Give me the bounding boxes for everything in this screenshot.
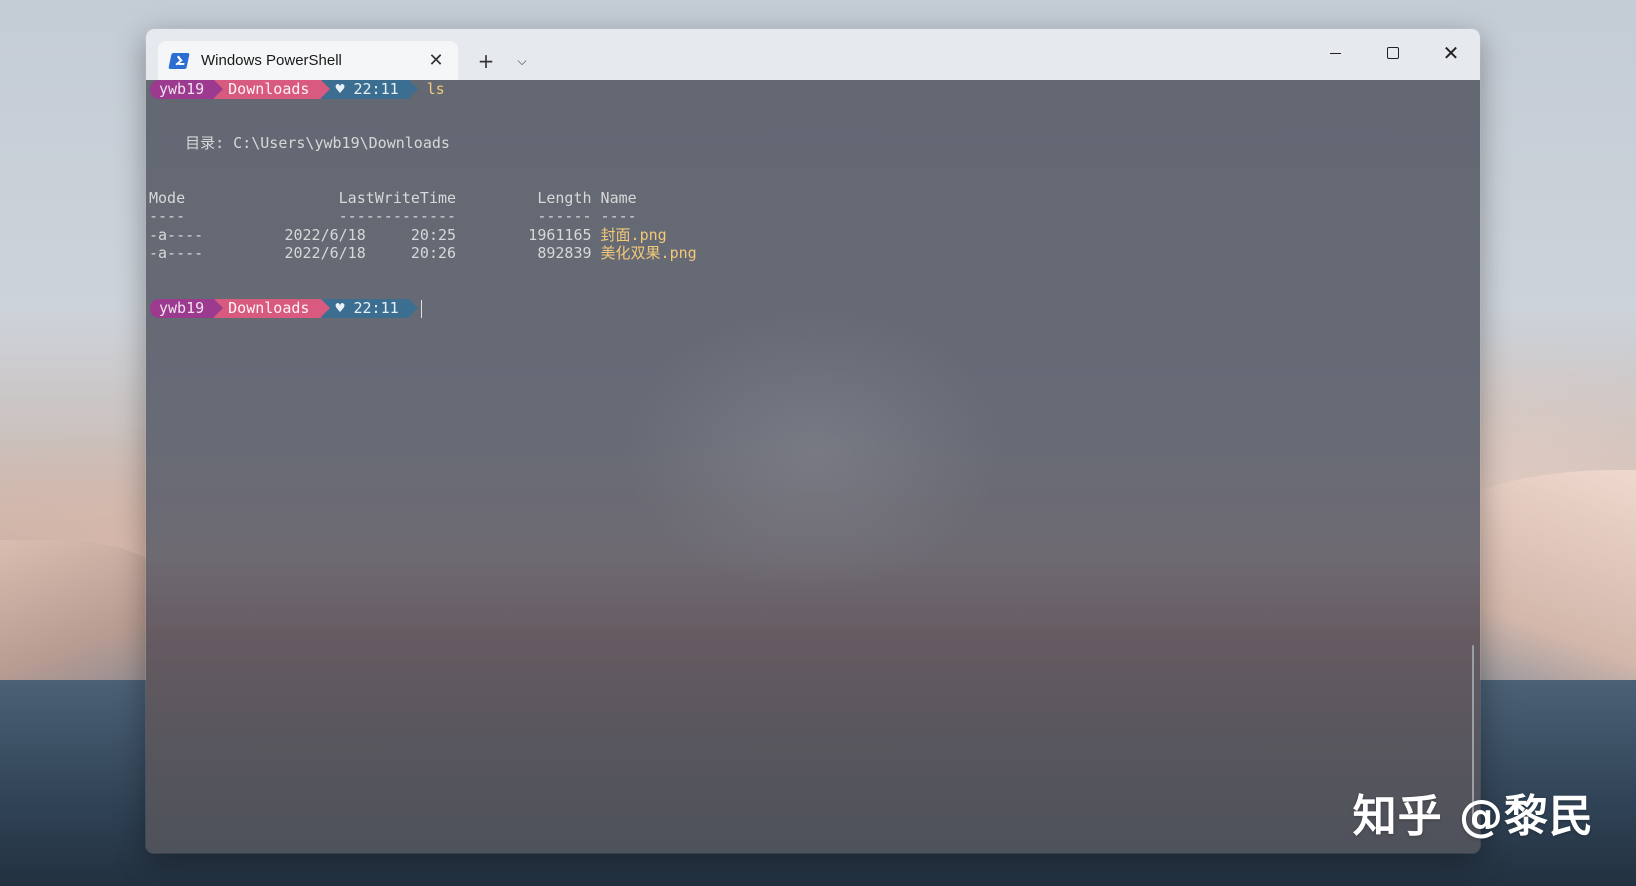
new-tab-button[interactable]: + [470,45,502,77]
prompt-user-segment: ywb19 [150,80,224,99]
listing-divider: ---- ------------- ------ ---- [149,207,637,225]
powershell-icon [168,52,190,69]
prompt-user: ywb19 [159,80,205,98]
text-cursor [420,299,422,318]
watermark-text: 知乎 @黎民 [1352,791,1594,842]
directory-line: 目录: C:\Users\ywb19\Downloads [149,134,450,152]
maximize-icon [1387,47,1399,59]
terminal-output[interactable]: ywb19 Downloads ♥ 22:11 ls 目录: C:\Users\… [146,80,1480,853]
table-row: -a---- 2022/6/18 20:26 892839 美化双果.png [149,244,697,263]
prompt-dir: Downloads [228,299,310,317]
row-meta: -a---- 2022/6/18 20:26 892839 [149,244,601,262]
table-row: -a---- 2022/6/18 20:25 1961165 封面.png [149,226,667,245]
prompt-user-segment: ywb19 [150,299,224,318]
command-text: ls [426,80,445,98]
maximize-button[interactable] [1364,29,1422,77]
close-button[interactable]: ✕ [1422,29,1480,77]
title-bar[interactable]: Windows PowerShell ✕ + ⌵ ✕ [146,29,1480,80]
prompt-user: ywb19 [159,299,205,317]
file-name: 美化双果.png [600,244,697,262]
prompt-dir: Downloads [228,80,310,98]
prompt-line-2: ywb19 Downloads ♥ 22:11 [150,299,422,318]
minimize-icon [1329,52,1341,54]
file-name: 封面.png [600,226,667,244]
terminal-window: Windows PowerShell ✕ + ⌵ ✕ ywb19 Downloa… [146,29,1480,853]
prompt-time-segment: ♥ 22:11 [321,80,418,99]
prompt-time-segment: ♥ 22:11 [321,299,418,318]
tab-title: Windows PowerShell [201,52,342,69]
tab-dropdown-button[interactable]: ⌵ [506,45,538,77]
prompt-dir-segment: Downloads [214,80,331,99]
prompt-line-1: ywb19 Downloads ♥ 22:11 ls [150,80,445,99]
minimize-button[interactable] [1306,29,1364,77]
row-meta: -a---- 2022/6/18 20:25 1961165 [149,226,601,244]
close-icon: ✕ [1442,41,1460,65]
tab-powershell[interactable]: Windows PowerShell ✕ [158,41,458,80]
prompt-dir-segment: Downloads [214,299,331,318]
tab-close-icon[interactable]: ✕ [424,49,448,73]
listing-header: Mode LastWriteTime Length Name [149,189,637,207]
prompt-time: ♥ 22:11 [335,299,399,317]
prompt-time: ♥ 22:11 [335,80,399,98]
